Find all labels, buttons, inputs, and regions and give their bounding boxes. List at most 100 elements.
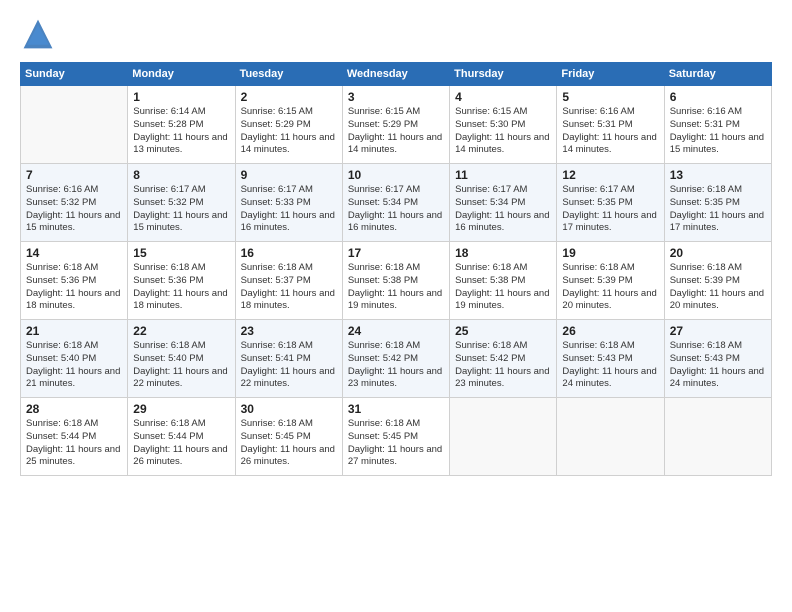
day-cell: 10Sunrise: 6:17 AMSunset: 5:34 PMDayligh… [342, 164, 449, 242]
day-number: 28 [26, 402, 122, 416]
logo-icon [20, 16, 56, 52]
day-cell: 23 Sunrise: 6:18 AMSunset: 5:41 PMDayligh… [235, 320, 342, 398]
day-cell: 20 Sunrise: 6:18 AMSunset: 5:39 PMDayligh… [664, 242, 771, 320]
day-number: 6 [670, 90, 766, 104]
weekday-sunday: Sunday [21, 63, 128, 86]
day-number: 11 [455, 168, 551, 182]
day-number: 29 [133, 402, 229, 416]
logo [20, 16, 60, 52]
day-cell: 15 Sunrise: 6:18 AMSunset: 5:36 PMDayligh… [128, 242, 235, 320]
day-number: 24 [348, 324, 444, 338]
day-info: Sunrise: 6:17 AMSunset: 5:34 PMDaylight:… [348, 184, 444, 235]
day-number: 12 [562, 168, 658, 182]
day-number: 15 [133, 246, 229, 260]
day-number: 7 [26, 168, 122, 182]
day-number: 19 [562, 246, 658, 260]
day-info: Sunrise: 6:15 AMSunset: 5:29 PMDaylight:… [241, 106, 337, 157]
day-number: 30 [241, 402, 337, 416]
weekday-tuesday: Tuesday [235, 63, 342, 86]
day-number: 21 [26, 324, 122, 338]
day-info: Sunrise: 6:17 AMSunset: 5:33 PMDaylight:… [241, 184, 337, 235]
day-info: Sunrise: 6:18 AMSunset: 5:45 PMDaylight:… [241, 418, 337, 469]
day-cell: 1Sunrise: 6:14 AMSunset: 5:28 PMDaylight… [128, 86, 235, 164]
day-number: 13 [670, 168, 766, 182]
weekday-header-row: SundayMondayTuesdayWednesdayThursdayFrid… [21, 63, 772, 86]
day-cell: 22 Sunrise: 6:18 AMSunset: 5:40 PMDayligh… [128, 320, 235, 398]
day-cell: 5Sunrise: 6:16 AMSunset: 5:31 PMDaylight… [557, 86, 664, 164]
day-number: 16 [241, 246, 337, 260]
day-cell [21, 86, 128, 164]
day-info: Sunrise: 6:17 AMSunset: 5:34 PMDaylight:… [455, 184, 551, 235]
day-number: 18 [455, 246, 551, 260]
day-cell: 16 Sunrise: 6:18 AMSunset: 5:37 PMDayligh… [235, 242, 342, 320]
day-cell: 29 Sunrise: 6:18 AMSunset: 5:44 PMDayligh… [128, 398, 235, 476]
day-cell: 25Sunrise: 6:18 AMSunset: 5:42 PMDayligh… [450, 320, 557, 398]
day-info: Sunrise: 6:18 AMSunset: 5:37 PMDaylight:… [241, 262, 337, 313]
day-number: 5 [562, 90, 658, 104]
day-number: 27 [670, 324, 766, 338]
day-number: 9 [241, 168, 337, 182]
day-info: Sunrise: 6:18 AMSunset: 5:45 PMDaylight:… [348, 418, 444, 469]
week-row-1: 1Sunrise: 6:14 AMSunset: 5:28 PMDaylight… [21, 86, 772, 164]
day-number: 20 [670, 246, 766, 260]
day-cell: 27Sunrise: 6:18 AMSunset: 5:43 PMDayligh… [664, 320, 771, 398]
day-number: 22 [133, 324, 229, 338]
day-number: 1 [133, 90, 229, 104]
day-info: Sunrise: 6:18 AMSunset: 5:36 PMDaylight:… [26, 262, 122, 313]
day-info: Sunrise: 6:16 AMSunset: 5:32 PMDaylight:… [26, 184, 122, 235]
day-number: 8 [133, 168, 229, 182]
day-cell: 7 Sunrise: 6:16 AMSunset: 5:32 PMDaylight… [21, 164, 128, 242]
weekday-friday: Friday [557, 63, 664, 86]
weekday-thursday: Thursday [450, 63, 557, 86]
week-row-4: 21 Sunrise: 6:18 AMSunset: 5:40 PMDayligh… [21, 320, 772, 398]
week-row-5: 28 Sunrise: 6:18 AMSunset: 5:44 PMDayligh… [21, 398, 772, 476]
day-cell: 8 Sunrise: 6:17 AMSunset: 5:32 PMDaylight… [128, 164, 235, 242]
day-cell: 6Sunrise: 6:16 AMSunset: 5:31 PMDaylight… [664, 86, 771, 164]
day-cell: 18Sunrise: 6:18 AMSunset: 5:38 PMDayligh… [450, 242, 557, 320]
day-cell: 24 Sunrise: 6:18 AMSunset: 5:42 PMDayligh… [342, 320, 449, 398]
day-cell: 9 Sunrise: 6:17 AMSunset: 5:33 PMDaylight… [235, 164, 342, 242]
day-number: 17 [348, 246, 444, 260]
day-info: Sunrise: 6:17 AMSunset: 5:32 PMDaylight:… [133, 184, 229, 235]
week-row-3: 14 Sunrise: 6:18 AMSunset: 5:36 PMDayligh… [21, 242, 772, 320]
day-cell [557, 398, 664, 476]
header [20, 16, 772, 52]
day-number: 3 [348, 90, 444, 104]
day-number: 26 [562, 324, 658, 338]
day-cell: 17 Sunrise: 6:18 AMSunset: 5:38 PMDayligh… [342, 242, 449, 320]
day-info: Sunrise: 6:18 AMSunset: 5:40 PMDaylight:… [133, 340, 229, 391]
day-info: Sunrise: 6:15 AMSunset: 5:29 PMDaylight:… [348, 106, 444, 157]
day-info: Sunrise: 6:17 AMSunset: 5:35 PMDaylight:… [562, 184, 658, 235]
day-info: Sunrise: 6:18 AMSunset: 5:39 PMDaylight:… [562, 262, 658, 313]
day-cell: 28Sunrise: 6:18 AMSunset: 5:44 PMDayligh… [21, 398, 128, 476]
day-number: 23 [241, 324, 337, 338]
day-info: Sunrise: 6:18 AMSunset: 5:39 PMDaylight:… [670, 262, 766, 313]
weekday-saturday: Saturday [664, 63, 771, 86]
day-cell: 13 Sunrise: 6:18 AMSunset: 5:35 PMDayligh… [664, 164, 771, 242]
day-number: 14 [26, 246, 122, 260]
day-cell: 3 Sunrise: 6:15 AMSunset: 5:29 PMDaylight… [342, 86, 449, 164]
day-info: Sunrise: 6:18 AMSunset: 5:43 PMDaylight:… [562, 340, 658, 391]
day-cell: 4Sunrise: 6:15 AMSunset: 5:30 PMDaylight… [450, 86, 557, 164]
day-cell [664, 398, 771, 476]
day-info: Sunrise: 6:18 AMSunset: 5:42 PMDaylight:… [348, 340, 444, 391]
day-cell [450, 398, 557, 476]
day-cell: 19 Sunrise: 6:18 AMSunset: 5:39 PMDayligh… [557, 242, 664, 320]
weekday-wednesday: Wednesday [342, 63, 449, 86]
day-info: Sunrise: 6:18 AMSunset: 5:44 PMDaylight:… [133, 418, 229, 469]
weekday-monday: Monday [128, 63, 235, 86]
day-info: Sunrise: 6:18 AMSunset: 5:38 PMDaylight:… [348, 262, 444, 313]
day-number: 31 [348, 402, 444, 416]
day-info: Sunrise: 6:18 AMSunset: 5:35 PMDaylight:… [670, 184, 766, 235]
day-cell: 14 Sunrise: 6:18 AMSunset: 5:36 PMDayligh… [21, 242, 128, 320]
day-cell: 12 Sunrise: 6:17 AMSunset: 5:35 PMDayligh… [557, 164, 664, 242]
day-number: 2 [241, 90, 337, 104]
page: SundayMondayTuesdayWednesdayThursdayFrid… [0, 0, 792, 612]
week-row-2: 7 Sunrise: 6:16 AMSunset: 5:32 PMDaylight… [21, 164, 772, 242]
day-cell: 26 Sunrise: 6:18 AMSunset: 5:43 PMDayligh… [557, 320, 664, 398]
day-info: Sunrise: 6:18 AMSunset: 5:36 PMDaylight:… [133, 262, 229, 313]
calendar-table: SundayMondayTuesdayWednesdayThursdayFrid… [20, 62, 772, 476]
day-info: Sunrise: 6:18 AMSunset: 5:41 PMDaylight:… [241, 340, 337, 391]
day-info: Sunrise: 6:18 AMSunset: 5:40 PMDaylight:… [26, 340, 122, 391]
day-info: Sunrise: 6:18 AMSunset: 5:42 PMDaylight:… [455, 340, 551, 391]
